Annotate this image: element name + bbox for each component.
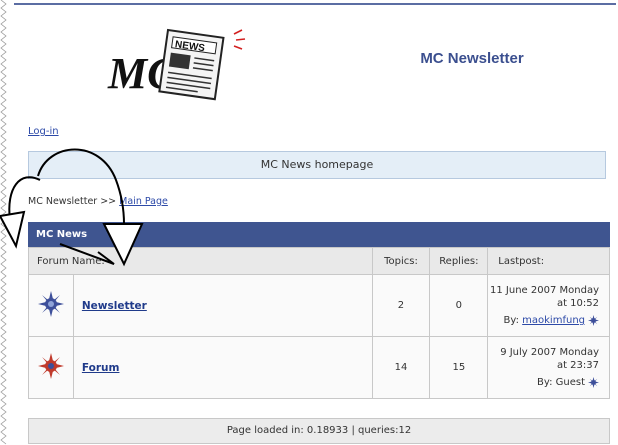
replies-count: 0 <box>429 274 489 337</box>
forum-link-newsletter[interactable]: Newsletter <box>74 300 147 312</box>
column-forum-name: Forum Name: <box>28 247 373 275</box>
login-link[interactable]: Log-in <box>28 126 59 137</box>
top-rule <box>14 3 616 5</box>
lastpost-by-label: By: <box>537 377 556 388</box>
go-to-post-icon[interactable] <box>588 314 599 326</box>
page-stats-footer: Page loaded in: 0.18933 | queries:12 <box>28 418 610 444</box>
topics-count: 2 <box>371 274 431 337</box>
breadcrumb-main-page-link[interactable]: Main Page <box>119 196 168 207</box>
column-lastpost: Lastpost: <box>487 247 610 275</box>
forum-link-forum[interactable]: Forum <box>74 362 120 374</box>
lastpost-info: 11 June 2007 Monday at 10:52 By: maokimf… <box>487 274 610 337</box>
table-header-row: Forum Name: Topics: Replies: Lastpost: <box>28 247 610 275</box>
zigzag-border <box>0 0 7 445</box>
topics-count: 14 <box>371 336 431 399</box>
lastpost-author-link[interactable]: maokimfung <box>522 315 585 326</box>
forum-icon-cell <box>28 274 74 337</box>
lastpost-date: 9 July 2007 Monday <box>500 347 599 358</box>
forum-icon-cell <box>28 336 74 399</box>
category-header: MC News <box>28 222 610 247</box>
lastpost-date: 11 June 2007 Monday <box>490 285 599 296</box>
lastpost-by-label: By: <box>503 315 523 326</box>
lastpost-author: Guest <box>555 377 585 388</box>
lastpost-time: at 23:37 <box>556 360 599 371</box>
sun-icon <box>37 291 64 317</box>
column-replies: Replies: <box>429 247 489 275</box>
site-title: MC Newsletter <box>420 50 524 67</box>
forum-table: Forum Name: Topics: Replies: Lastpost: N… <box>28 247 610 399</box>
column-topics: Topics: <box>371 247 431 275</box>
lastpost-info: 9 July 2007 Monday at 23:37 By: Guest <box>487 336 610 399</box>
mc-news-logo[interactable]: MC NEWS <box>106 26 256 102</box>
table-row: Newsletter 2 0 11 June 2007 Monday at 10… <box>28 274 610 337</box>
go-to-post-icon[interactable] <box>588 376 599 388</box>
lastpost-time: at 10:52 <box>556 298 599 309</box>
replies-count: 15 <box>429 336 489 399</box>
sun-icon <box>37 353 64 379</box>
breadcrumb: MC Newsletter >> Main Page <box>28 196 168 207</box>
table-row: Forum 14 15 9 July 2007 Monday at 23:37 … <box>28 336 610 399</box>
homepage-banner[interactable]: MC News homepage <box>28 151 606 179</box>
breadcrumb-root: MC Newsletter >> <box>28 196 120 207</box>
